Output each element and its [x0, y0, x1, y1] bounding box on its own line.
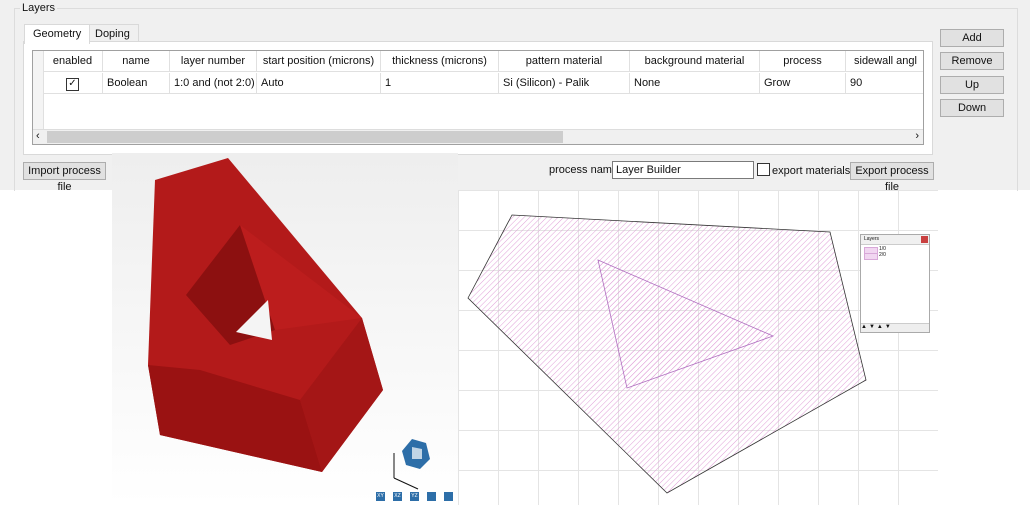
- layers-window-toolbar[interactable]: ▲▼▲▼: [861, 323, 929, 332]
- layer-item[interactable]: 2/0: [879, 252, 886, 258]
- close-icon[interactable]: [921, 236, 928, 243]
- layers-window-title: Layers: [861, 235, 929, 245]
- tab-geometry[interactable]: Geometry: [24, 24, 91, 44]
- layer-swatch: [864, 253, 878, 260]
- layers-window[interactable]: Layers 1/0 2/0 ▲▼▲▼: [860, 234, 930, 333]
